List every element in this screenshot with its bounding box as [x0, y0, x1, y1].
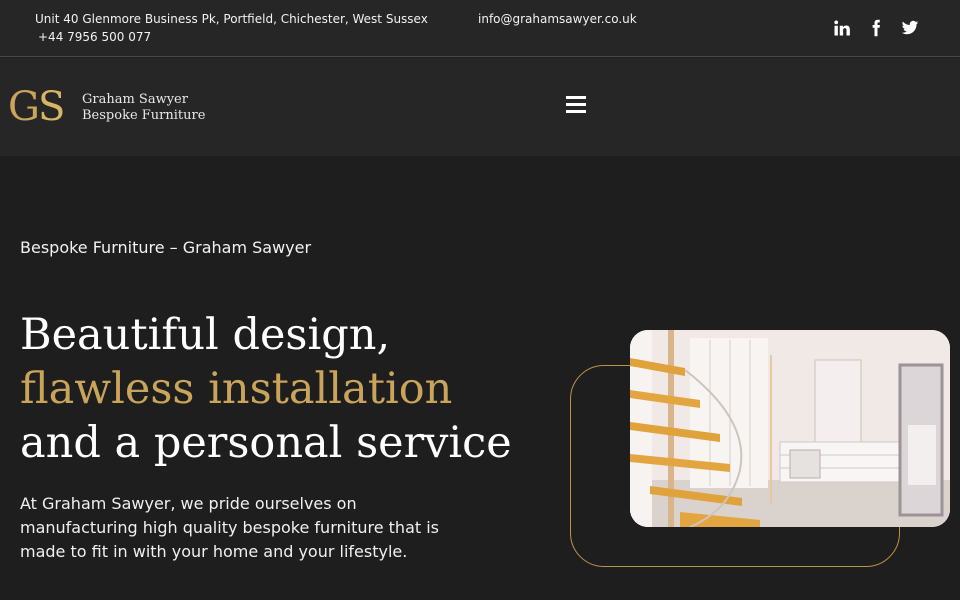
headline-line-3: and a personal service	[20, 418, 512, 468]
logo-text-line2: Bespoke Furniture	[82, 108, 206, 123]
top-bar: Unit 40 Glenmore Business Pk, Portfield,…	[0, 0, 960, 57]
email-link[interactable]: info@grahamsawyer.co.uk	[478, 12, 637, 26]
headline-line-1: Beautiful design,	[20, 310, 391, 360]
facebook-icon[interactable]	[867, 19, 885, 37]
hero-headline: Beautiful design, flawless installation …	[20, 308, 512, 470]
hamburger-menu-icon[interactable]	[566, 96, 588, 116]
address-text: Unit 40 Glenmore Business Pk, Portfield,…	[35, 12, 428, 26]
phone-link[interactable]: +44 7956 500 077	[38, 30, 151, 44]
svg-text:G: G	[8, 86, 40, 126]
hero-intro-text: At Graham Sawyer, we pride ourselves on …	[20, 494, 440, 561]
hero-image-dressing-room	[630, 330, 950, 527]
logo-text-line1: Graham Sawyer	[82, 92, 188, 107]
gs-monogram-logo: G S	[8, 86, 65, 126]
page-breadcrumb: Bespoke Furniture – Graham Sawyer	[20, 238, 312, 257]
hero-section: Bespoke Furniture – Graham Sawyer Beauti…	[0, 156, 960, 600]
twitter-icon[interactable]	[901, 19, 919, 37]
site-logo[interactable]: G S Graham Sawyer Bespoke Furniture	[8, 86, 205, 126]
site-header: G S Graham Sawyer Bespoke Furniture	[0, 58, 960, 156]
linkedin-icon[interactable]	[833, 19, 851, 37]
headline-line-2: flawless installation	[20, 364, 453, 414]
svg-text:S: S	[38, 86, 65, 126]
